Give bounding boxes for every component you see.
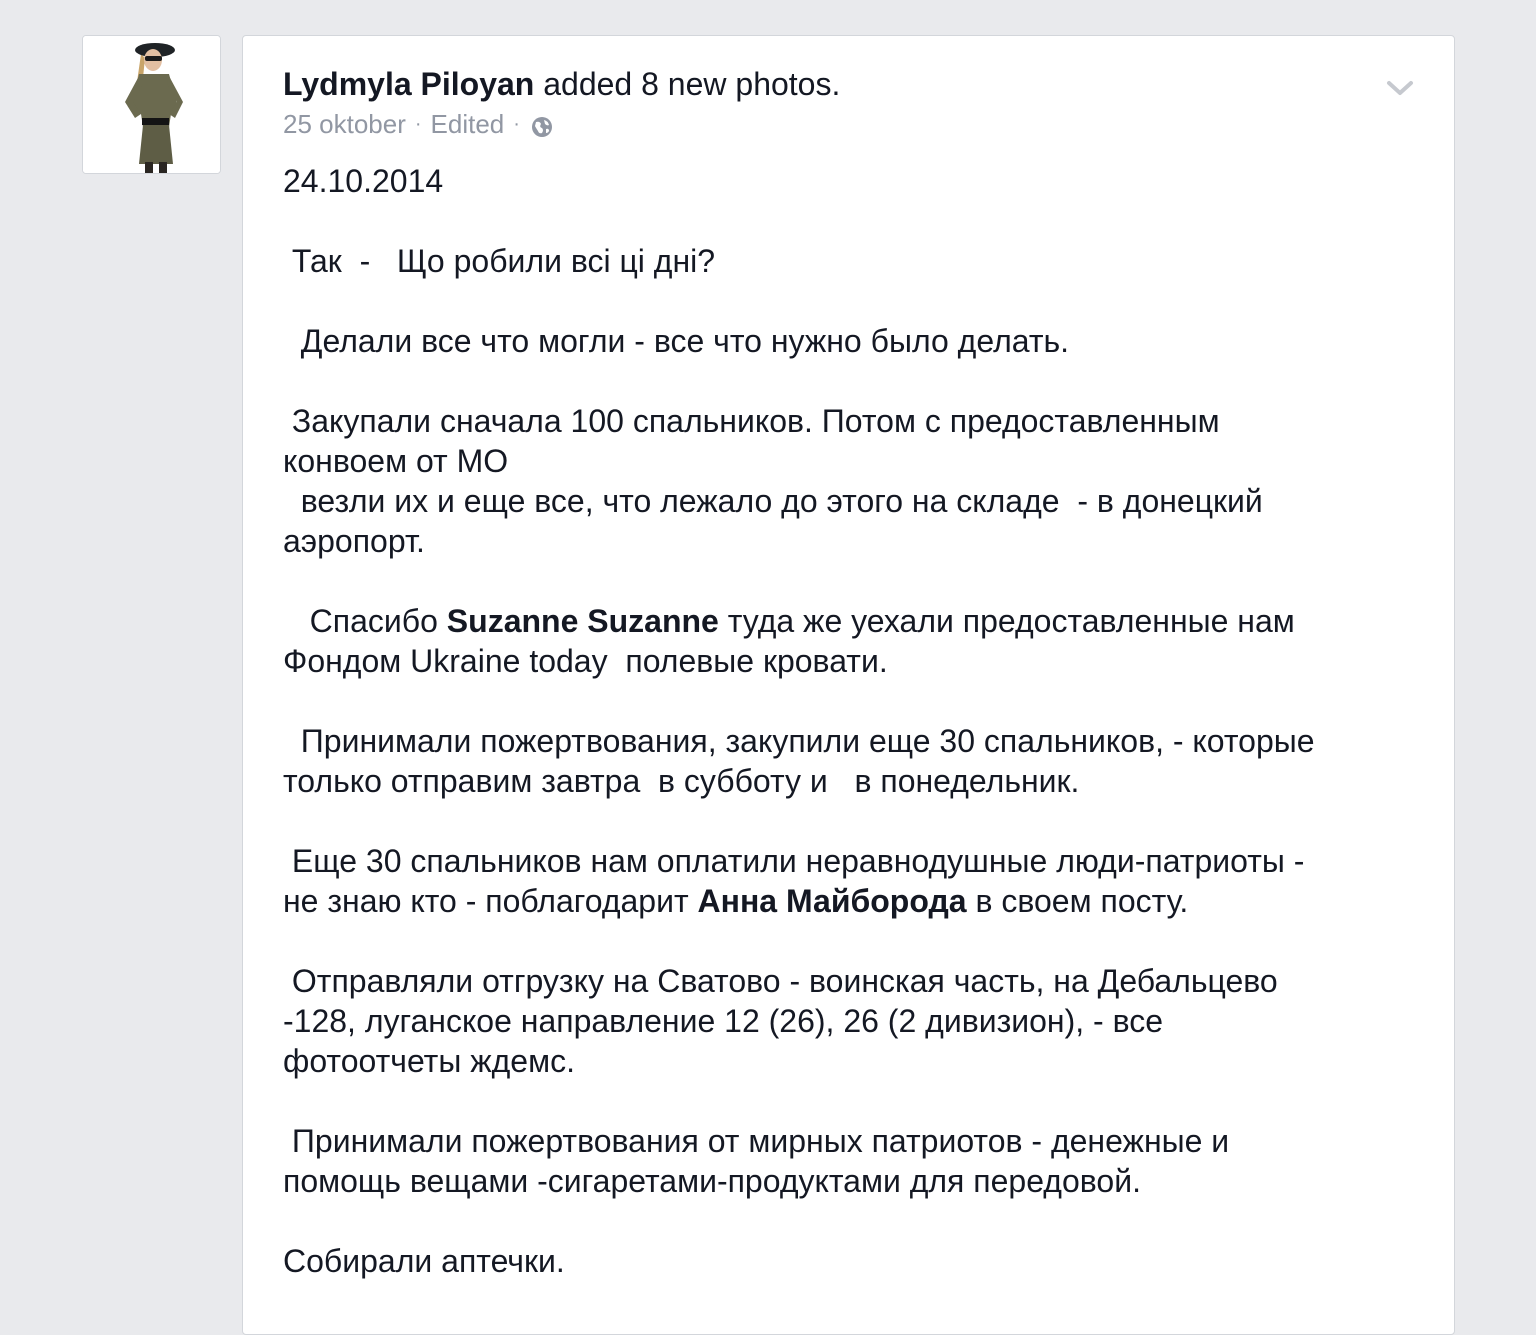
post-text-line: Фондом Ukraine today полевые кровати. [283, 643, 888, 679]
post-paragraph: Отправляли отгрузку на Сватово - воинска… [283, 961, 1423, 1081]
author-name-link[interactable]: Lydmyla Piloyan [283, 66, 534, 102]
post-text-line: Делали все что могли - все что нужно был… [283, 323, 1070, 359]
post-paragraph: Так - Що робили всі ці дні? [283, 241, 1423, 281]
mention-link[interactable]: Анна Майборода [698, 883, 967, 919]
post-text-line: в своем посту. [966, 883, 1189, 919]
avatar[interactable] [82, 35, 221, 174]
post-paragraph: Принимали пожертвования от мирных патрио… [283, 1121, 1423, 1201]
post-text-line: фотоотчеты ждемс. [283, 1043, 575, 1079]
post-text-line: -128, луганское направление 12 (26), 26 … [283, 1003, 1163, 1039]
post-text-line: Спасибо [283, 603, 447, 639]
post-body: 24.10.2014 Так - Що робили всі ці дні? Д… [283, 161, 1423, 1321]
post-text-line: Закупали сначала 100 спальников. Потом с… [283, 403, 1220, 439]
meta-separator: · [414, 113, 422, 135]
post-meta: 25 oktober · Edited · [283, 109, 553, 140]
post-text-line: только отправим завтра в субботу и в пон… [283, 763, 1080, 799]
post-paragraph: Принимали пожертвования, закупили еще 30… [283, 721, 1423, 801]
post-text-line: аэропорт. [283, 523, 425, 559]
avatar-photo [83, 36, 220, 173]
post-date-link[interactable]: 25 oktober [283, 109, 406, 140]
post-text-line: не знаю кто - поблагодарит [283, 883, 698, 919]
post-text-line: конвоем от МО [283, 443, 509, 479]
mention-link[interactable]: Suzanne Suzanne [447, 603, 719, 639]
edited-link[interactable]: Edited [431, 109, 505, 140]
post-text-line: туда же уехали предоставленные нам [718, 603, 1295, 639]
post-text-line: Отправляли отгрузку на Сватово - воинска… [283, 963, 1278, 999]
meta-separator: · [513, 113, 520, 135]
post-text-line: Принимали пожертвования, закупили еще 30… [283, 723, 1315, 759]
post-paragraph: Делали все что могли - все что нужно был… [283, 321, 1423, 361]
post-text-line: Собирали аптечки. [283, 1243, 565, 1279]
chevron-down-icon[interactable] [1386, 78, 1414, 98]
post-text-line: помощь вещами -сигаретами-продуктами для… [283, 1163, 1141, 1199]
post-paragraph: Спасибо Suzanne Suzanne туда же уехали п… [283, 601, 1423, 681]
post-paragraph: 24.10.2014 [283, 161, 1423, 201]
post-text-line: Так - Що робили всі ці дні? [283, 243, 716, 279]
post-action-text: added 8 new photos. [543, 66, 841, 102]
post-paragraph: Закупали сначала 100 спальников. Потом с… [283, 401, 1423, 561]
post-text-line: 24.10.2014 [283, 163, 444, 199]
globe-icon[interactable] [531, 114, 553, 137]
post-text-line: Принимали пожертвования от мирных патрио… [283, 1123, 1230, 1159]
post-header: Lydmyla Piloyan added 8 new photos. [283, 66, 840, 103]
post-text-line: везли их и еще все, что лежало до этого … [283, 483, 1263, 519]
post-paragraph: Собирали аптечки. [283, 1241, 1423, 1281]
post-text-line: Еще 30 спальников нам оплатили неравноду… [283, 843, 1305, 879]
post-card: Lydmyla Piloyan added 8 new photos. 25 o… [242, 35, 1455, 1335]
post-paragraph: Еще 30 спальников нам оплатили неравноду… [283, 841, 1423, 921]
